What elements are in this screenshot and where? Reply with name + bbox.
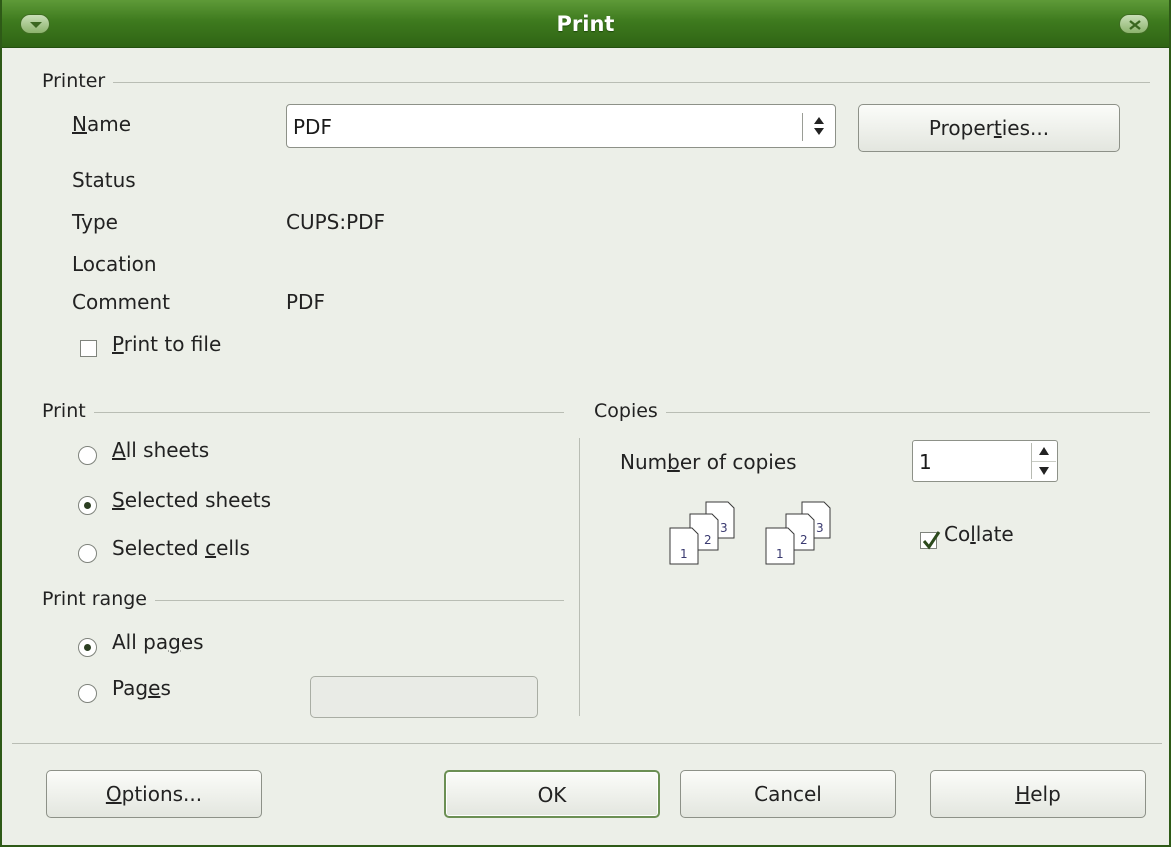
comment-label: Comment [72,290,170,314]
number-of-copies-label: Number of copies [620,450,797,474]
window-title: Print [556,12,615,36]
printer-section-label: Printer [42,70,114,92]
radio-selected-dot [84,502,91,509]
spin-up-icon[interactable] [1032,443,1056,461]
all-sheets-radio[interactable] [78,446,97,465]
spin-down-icon[interactable] [1032,461,1056,479]
radio-selected-dot [84,644,91,651]
comment-value: PDF [286,290,325,314]
collate-page-digit: 2 [800,533,808,547]
selected-sheets-label[interactable]: Selected sheets [112,488,271,512]
print-to-file-checkbox[interactable] [80,340,97,357]
print-dialog: Print Printer Name PDF Properties... Sta… [0,0,1171,847]
print-to-file-label[interactable]: Print to file [112,332,221,356]
print-frame-line [42,412,564,413]
combo-separator [802,113,803,141]
window-close-icon[interactable] [1119,14,1149,34]
cancel-button[interactable]: Cancel [680,770,896,818]
vertical-separator [579,438,580,716]
pages-radio[interactable] [78,684,97,703]
status-label: Status [72,168,136,192]
type-label: Type [72,210,118,234]
collate-page-digit: 1 [776,547,784,561]
type-value: CUPS:PDF [286,210,386,234]
all-pages-radio[interactable] [78,638,97,657]
ok-button[interactable]: OK [444,770,660,818]
updown-arrow-icon[interactable] [813,115,825,141]
printer-frame-line [42,82,1150,83]
selected-sheets-radio[interactable] [78,496,97,515]
spinner-buttons[interactable] [1031,443,1056,479]
printer-name-label: Name [72,112,132,136]
check-mark-icon [922,531,941,550]
number-of-copies-spinner[interactable]: 1 [912,440,1058,482]
location-label: Location [72,252,157,276]
pages-input[interactable] [310,676,538,718]
help-button[interactable]: Help [930,770,1146,818]
title-bar[interactable]: Print [2,0,1169,48]
collate-checkbox[interactable] [920,531,941,550]
selected-cells-radio[interactable] [78,544,97,563]
all-sheets-label[interactable]: All sheets [112,438,209,462]
collate-page-digit: 1 [680,547,688,561]
collate-pages-icon: 3 2 1 [669,501,735,565]
collate-label[interactable]: Collate [944,522,1014,546]
pages-label[interactable]: Pages [112,676,171,700]
print-section-label: Print [42,400,94,422]
all-pages-label[interactable]: All pages [112,630,204,654]
options-button[interactable]: Options... [46,770,262,818]
collate-page-digit: 3 [816,521,824,535]
button-row-separator [12,743,1162,744]
printer-name-combo[interactable]: PDF [286,104,836,148]
printer-name-value: PDF [293,115,332,139]
collate-page-digit: 2 [704,533,712,547]
selected-cells-label[interactable]: Selected cells [112,536,250,560]
print-range-section-label: Print range [42,588,155,610]
number-of-copies-value: 1 [919,450,932,474]
copies-frame-line [594,412,1150,413]
collate-page-digit: 3 [720,521,728,535]
properties-button[interactable]: Properties... [858,104,1120,152]
copies-section-label: Copies [594,400,666,422]
collate-pages-icon: 3 2 1 [765,501,831,565]
